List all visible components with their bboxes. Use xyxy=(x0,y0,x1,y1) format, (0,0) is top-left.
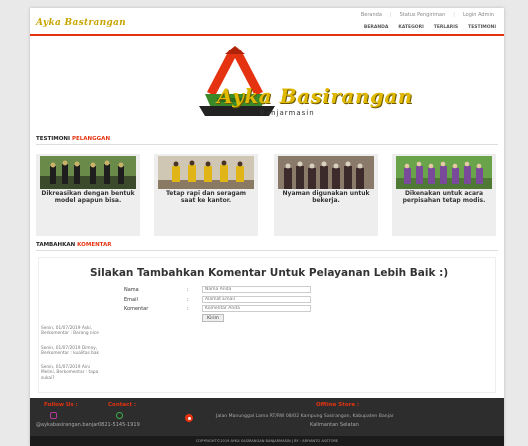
comment-input[interactable] xyxy=(202,305,311,312)
field-colon: : xyxy=(187,287,189,293)
hero-title: Ayka Basirangan xyxy=(217,84,413,108)
contact-phone[interactable]: 0821-5145-1919 xyxy=(98,422,140,428)
section-rule xyxy=(36,250,498,251)
location-pin-icon xyxy=(185,414,193,422)
heading-main: TESTIMONI xyxy=(36,136,71,142)
field-colon: : xyxy=(187,297,189,303)
testimoni-caption: Dikreasikan dengan bentuk model apapun b… xyxy=(41,190,135,204)
field-label: Email xyxy=(124,297,138,303)
top-nav: Beranda | Status Pengiriman | Login Admi… xyxy=(359,12,496,18)
store-heading: Offline Store : xyxy=(316,402,360,408)
testimoni-card[interactable]: Nyaman digunakan untuk bekerja. xyxy=(274,154,378,236)
page: Ayka Bastrangan Beranda | Status Pengiri… xyxy=(30,8,504,446)
topnav-separator: | xyxy=(453,12,455,18)
testimoni-caption: Dikenakan untuk acara perpisahan tetap m… xyxy=(402,190,486,204)
topnav-login-admin[interactable]: Login Admin xyxy=(461,12,496,18)
komentar-heading: TAMBAHKAN KOMENTAR xyxy=(36,242,112,248)
testimoni-card[interactable]: Dikenakan untuk acara perpisahan tetap m… xyxy=(392,154,496,236)
header-divider xyxy=(30,34,504,36)
topnav-status-pengiriman[interactable]: Status Pengiriman xyxy=(398,12,448,18)
field-label: Komentar xyxy=(124,306,149,312)
nav-kategori[interactable]: KATEGORI xyxy=(398,25,423,30)
testimoni-photo xyxy=(40,156,136,189)
submit-button[interactable]: Kirim xyxy=(202,314,224,322)
heading-highlight: KOMENTAR xyxy=(77,242,112,248)
testimoni-photo xyxy=(278,156,374,189)
footer: Follow Us : @aykabasirangan.banjar Conta… xyxy=(30,398,504,436)
site-logo[interactable]: Ayka Bastrangan xyxy=(36,18,126,28)
section-rule xyxy=(36,144,498,145)
testimoni-card[interactable]: Tetap rapi dan seragam saat ke kantor. xyxy=(154,154,258,236)
store-address-line1: Jalan Manunggal Lama RT/RW 08/02 Kampung… xyxy=(216,414,394,419)
contact-heading: Contact : xyxy=(108,402,137,408)
email-input[interactable] xyxy=(202,296,311,303)
topnav-separator: | xyxy=(389,12,392,18)
main-nav: BERANDA KATEGORI TERLARIS TESTIMONI xyxy=(364,25,496,30)
comment-entry: Senin, 01/07/2019 Aski, Berkomentar : Ba… xyxy=(41,326,99,337)
field-label: Nama xyxy=(124,287,139,293)
store-address-line2: Kalimantan Selatan xyxy=(310,422,359,428)
comment-entry: Senin, 01/07/2019 Dimny, Berkomentar : k… xyxy=(41,346,100,357)
heading-main: TAMBAHKAN xyxy=(36,242,76,248)
follow-heading: Follow Us : xyxy=(44,402,78,408)
instagram-icon[interactable] xyxy=(50,412,57,419)
nav-beranda[interactable]: BERANDA xyxy=(364,25,388,30)
heading-highlight: PELANGGAN xyxy=(72,136,111,142)
whatsapp-icon[interactable] xyxy=(116,412,123,419)
topnav-beranda[interactable]: Beranda xyxy=(359,12,384,18)
nav-testimoni[interactable]: TESTIMONI xyxy=(468,25,496,30)
testimoni-heading: TESTIMONI PELANGGAN xyxy=(36,136,110,142)
name-input[interactable] xyxy=(202,286,311,293)
testimoni-photo xyxy=(158,156,254,189)
hero-logo: Ayka Basirangan Banjarmasin xyxy=(165,44,412,130)
comment-entry: Senin, 01/07/2019 Aini Melini, Berkoment… xyxy=(41,365,99,381)
testimoni-caption: Tetap rapi dan seragam saat ke kantor. xyxy=(165,190,247,204)
instagram-handle[interactable]: @aykabasirangan.banjar xyxy=(36,422,98,428)
field-colon: : xyxy=(187,306,189,312)
copyright-bar: COPYRIGHT©2019 AYKA SASIRANGAN BANJARMAS… xyxy=(30,436,504,446)
testimoni-caption: Nyaman digunakan untuk bekerja. xyxy=(282,190,370,204)
testimoni-photo xyxy=(396,156,492,189)
hero-subtitle: Banjarmasin xyxy=(260,109,315,117)
nav-terlaris[interactable]: TERLARIS xyxy=(434,25,458,30)
form-title: Silakan Tambahkan Komentar Untuk Pelayan… xyxy=(90,267,449,279)
testimoni-card[interactable]: Dikreasikan dengan bentuk model apapun b… xyxy=(36,154,140,236)
